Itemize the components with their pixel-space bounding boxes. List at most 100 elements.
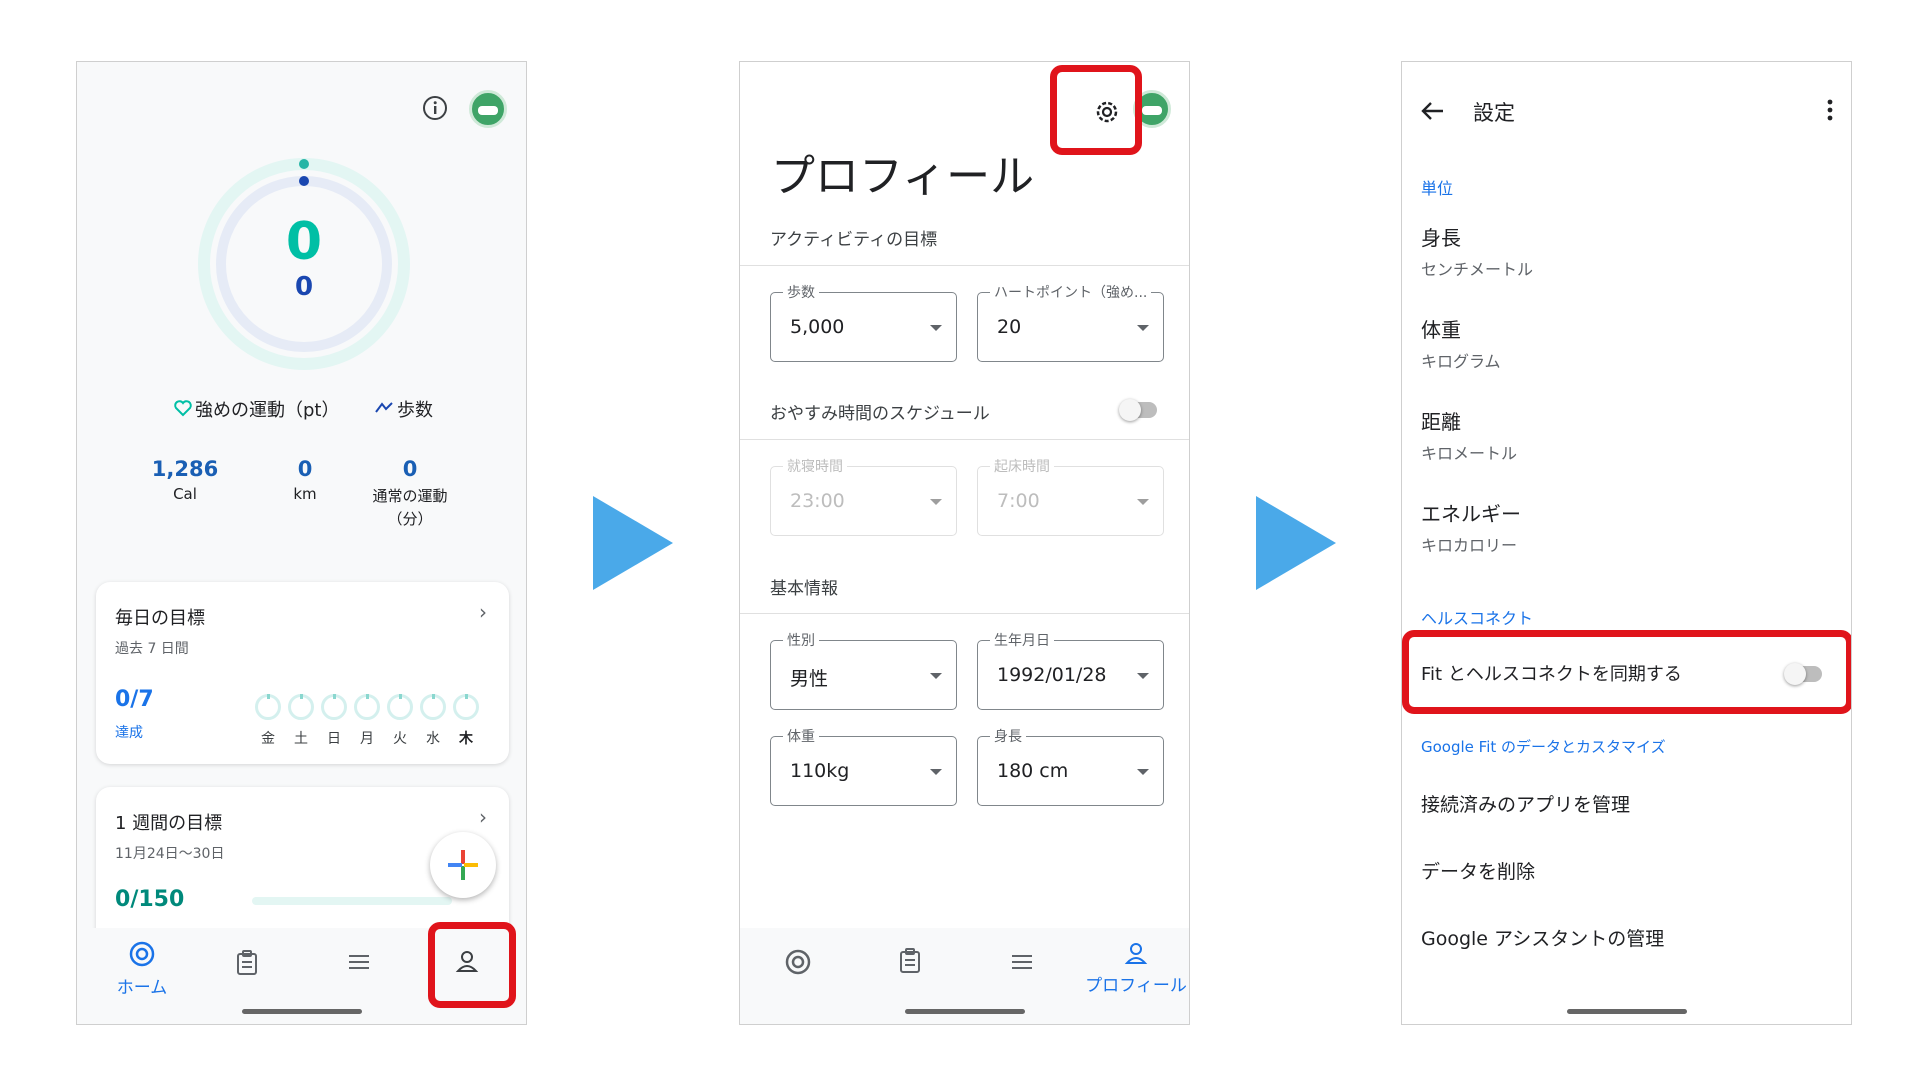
wake-time-select[interactable]: 起床時間 7:00 xyxy=(977,456,1164,536)
nav-home[interactable]: ホーム xyxy=(107,940,177,998)
daily-goal-value: 0/7 xyxy=(115,687,154,712)
google-fit-data-heading: Google Fit のデータとカスタマイズ xyxy=(1421,738,1666,756)
fade-overlay xyxy=(1402,984,1851,1024)
daily-goal-value-label: 達成 xyxy=(115,725,143,741)
distance-unit: km xyxy=(293,485,317,503)
heart-points-goal-label: ハートポイント（強め... xyxy=(990,282,1152,302)
height-label: 身長 xyxy=(990,726,1026,746)
bedtime-toggle[interactable] xyxy=(1119,399,1157,421)
weight-select[interactable]: 体重 110kg xyxy=(770,726,957,806)
highlight-settings xyxy=(1050,65,1142,155)
page-title: 設定 xyxy=(1473,101,1515,125)
day-label: 月 xyxy=(360,731,374,747)
energy-unit-label: エネルギー xyxy=(1421,502,1521,526)
divider xyxy=(740,613,1189,614)
weekly-goal-value: 0/150 xyxy=(115,887,184,912)
divider xyxy=(740,265,1189,266)
activity-goals-heading: アクティビティの目標 xyxy=(770,230,938,250)
person-icon xyxy=(1124,943,1148,964)
step-arrow xyxy=(593,496,673,590)
nav-home[interactable] xyxy=(778,948,818,981)
height-unit-item[interactable]: 身長 センチメートル xyxy=(1402,222,1851,292)
dropdown-caret-icon xyxy=(1137,673,1149,679)
arrow-back-icon xyxy=(1421,102,1443,120)
nav-browse[interactable] xyxy=(339,950,379,979)
basic-info-heading: 基本情報 xyxy=(770,579,838,599)
height-select[interactable]: 身長 180 cm xyxy=(977,726,1164,806)
heart-points-value: 0 xyxy=(285,212,323,272)
distance-unit-value: キロメートル xyxy=(1421,444,1518,463)
list-icon xyxy=(1012,955,1032,969)
day-label: 木 xyxy=(459,731,473,747)
nav-browse[interactable] xyxy=(1002,950,1042,979)
weekly-goal-title: 1 週間の目標 xyxy=(115,813,223,834)
steps-value: 0 xyxy=(294,272,314,302)
bedtime-select[interactable]: 就寝時間 23:00 xyxy=(770,456,957,536)
distance-unit-label: 距離 xyxy=(1421,410,1461,434)
home-ring-icon xyxy=(785,949,811,975)
move-minutes-value: 0 xyxy=(402,457,418,481)
nav-profile[interactable]: プロフィール xyxy=(1081,940,1189,996)
weekly-progress-bar xyxy=(252,897,452,905)
add-button[interactable] xyxy=(430,832,496,898)
chevron-right-icon: › xyxy=(479,805,487,829)
info-icon[interactable] xyxy=(422,95,448,121)
wake-time-label: 起床時間 xyxy=(990,456,1054,476)
birthday-value: 1992/01/28 xyxy=(997,664,1107,686)
birthday-select[interactable]: 生年月日 1992/01/28 xyxy=(977,630,1164,710)
dropdown-caret-icon xyxy=(930,325,942,331)
gesture-handle xyxy=(241,1009,362,1014)
plus-icon xyxy=(448,850,478,880)
steps-goal-select[interactable]: 歩数 5,000 xyxy=(770,282,957,362)
day-label: 金 xyxy=(261,731,275,747)
energy-unit-item[interactable]: エネルギー キロカロリー xyxy=(1402,498,1851,568)
calories-stat: 1,286 Cal xyxy=(137,457,233,503)
dropdown-caret-icon xyxy=(930,673,942,679)
manage-assistant-item[interactable]: Google アシスタントの管理 xyxy=(1421,924,1664,951)
units-heading: 単位 xyxy=(1421,179,1454,198)
highlight-sync-toggle xyxy=(1402,630,1851,714)
health-connect-heading: ヘルスコネクト xyxy=(1421,609,1534,628)
daily-goal-title: 毎日の目標 xyxy=(115,608,205,629)
back-button[interactable] xyxy=(1418,96,1448,126)
gender-select[interactable]: 性別 男性 xyxy=(770,630,957,710)
day-label: 火 xyxy=(393,731,407,747)
clipboard-icon xyxy=(900,948,920,973)
heart-points-goal-select[interactable]: ハートポイント（強め... 20 xyxy=(977,282,1164,362)
weekly-goal-total: /150 xyxy=(130,887,185,912)
list-icon xyxy=(349,955,369,969)
weight-value: 110kg xyxy=(790,760,850,782)
weekly-goal-subtitle: 11月24日〜30日 xyxy=(115,846,225,862)
height-value: 180 cm xyxy=(997,760,1069,782)
page-title: プロフィール xyxy=(771,151,1035,202)
birthday-label: 生年月日 xyxy=(990,630,1054,650)
distance-unit-item[interactable]: 距離 キロメートル xyxy=(1402,406,1851,476)
daily-goal-card[interactable]: 毎日の目標 過去 7 日間 › 0/7 達成 金 土 日 月 火 水 木 xyxy=(96,582,509,764)
dropdown-caret-icon xyxy=(1137,769,1149,775)
home-ring-icon xyxy=(129,941,155,967)
home-screen: 0 0 強めの運動（pt） 歩数 1,286 Cal 0 km 0 通常の運動 … xyxy=(76,61,527,1025)
distance-stat: 0 km xyxy=(257,457,353,503)
more-options-button[interactable] xyxy=(1826,98,1834,122)
nav-journal[interactable] xyxy=(227,950,267,981)
energy-unit-value: キロカロリー xyxy=(1421,536,1518,555)
avatar[interactable] xyxy=(469,90,507,128)
day-label: 日 xyxy=(327,731,341,747)
bedtime-label: 就寝時間 xyxy=(783,456,847,476)
delete-data-item[interactable]: データを削除 xyxy=(1421,857,1535,884)
day-ring xyxy=(387,694,413,720)
steps-legend: 歩数 xyxy=(397,400,433,421)
heart-icon xyxy=(173,398,193,418)
weight-unit-item[interactable]: 体重 キログラム xyxy=(1402,314,1851,384)
nav-journal[interactable] xyxy=(890,948,930,979)
move-minutes-unit-suffix: （分） xyxy=(387,510,433,528)
weight-label: 体重 xyxy=(783,726,819,746)
manage-connected-apps-item[interactable]: 接続済みのアプリを管理 xyxy=(1421,790,1630,817)
distance-value: 0 xyxy=(297,457,313,481)
weight-unit-value: キログラム xyxy=(1421,352,1501,371)
dropdown-caret-icon xyxy=(1137,499,1149,505)
steps-goal-value: 5,000 xyxy=(790,316,845,338)
heart-points-goal-value: 20 xyxy=(997,316,1022,338)
steps-icon xyxy=(373,398,395,418)
daily-goal-subtitle: 過去 7 日間 xyxy=(115,641,189,657)
